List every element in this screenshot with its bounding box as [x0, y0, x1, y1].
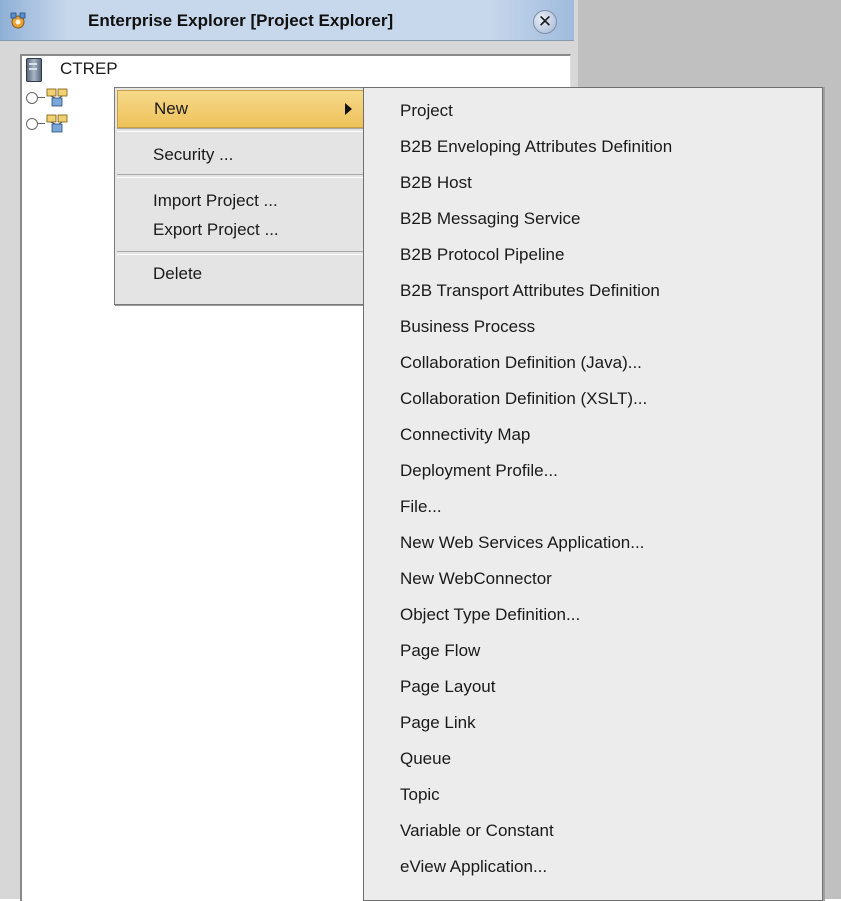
menu-item-security[interactable]: Security ... — [117, 137, 367, 173]
menu-separator — [117, 251, 367, 255]
close-button[interactable]: ✕ — [533, 10, 557, 34]
tree-node[interactable] — [26, 86, 86, 108]
server-icon — [26, 58, 42, 82]
menu-item-delete[interactable]: Delete — [117, 256, 367, 292]
submenu-item-new-web-services-application[interactable]: New Web Services Application... — [400, 533, 644, 568]
submenu-item-b2b-enveloping-attributes-definition[interactable]: B2B Enveloping Attributes Definition — [400, 137, 672, 172]
submenu-item-object-type-definition[interactable]: Object Type Definition... — [400, 605, 580, 640]
panel-titlebar: Enterprise Explorer [Project Explorer] ✕ — [0, 0, 574, 41]
project-icon — [46, 114, 68, 133]
submenu-item-page-layout[interactable]: Page Layout — [400, 677, 495, 712]
submenu-item-queue[interactable]: Queue — [400, 749, 451, 784]
submenu-item-connectivity-map[interactable]: Connectivity Map — [400, 425, 530, 460]
submenu-item-b2b-protocol-pipeline[interactable]: B2B Protocol Pipeline — [400, 245, 564, 280]
menu-separator — [117, 128, 367, 132]
submenu-item-page-link[interactable]: Page Link — [400, 713, 476, 748]
submenu-item-b2b-host[interactable]: B2B Host — [400, 173, 472, 208]
menu-item-label: Delete — [153, 264, 203, 283]
submenu-item-eview-application[interactable]: eView Application... — [400, 857, 547, 892]
submenu-item-topic[interactable]: Topic — [400, 785, 440, 820]
panel-title: Enterprise Explorer [Project Explorer] — [88, 11, 394, 30]
submenu-arrow-icon — [345, 103, 352, 115]
tree-root-label: CTREP — [60, 59, 118, 78]
submenu-item-project[interactable]: Project — [400, 101, 453, 136]
expand-icon[interactable] — [26, 92, 38, 104]
submenu-item-deployment-profile[interactable]: Deployment Profile... — [400, 461, 558, 496]
submenu-item-collaboration-definition-xslt[interactable]: Collaboration Definition (XSLT)... — [400, 389, 647, 424]
menu-item-label: Security ... — [153, 145, 234, 164]
submenu-item-new-webconnector[interactable]: New WebConnector — [400, 569, 552, 604]
menu-separator — [117, 174, 367, 178]
menu-item-new[interactable]: New — [117, 90, 367, 128]
submenu-item-b2b-transport-attributes-definition[interactable]: B2B Transport Attributes Definition — [400, 281, 660, 316]
submenu-item-collaboration-definition-java[interactable]: Collaboration Definition (Java)... — [400, 353, 642, 388]
context-menu: New Security ... Import Project ... Expo… — [114, 87, 370, 305]
expand-icon[interactable] — [26, 118, 38, 130]
new-submenu: Project B2B Enveloping Attributes Defini… — [363, 87, 823, 901]
close-icon: ✕ — [537, 12, 553, 32]
submenu-item-business-process[interactable]: Business Process — [400, 317, 535, 352]
menu-item-label: Export Project ... — [153, 220, 279, 239]
menu-item-export-project[interactable]: Export Project ... — [117, 212, 367, 248]
project-icon — [46, 88, 68, 107]
menu-item-label: Import Project ... — [153, 191, 278, 210]
explorer-icon — [10, 12, 26, 29]
submenu-item-page-flow[interactable]: Page Flow — [400, 641, 480, 676]
tree-node[interactable] — [26, 112, 86, 134]
submenu-item-variable-or-constant[interactable]: Variable or Constant — [400, 821, 554, 856]
menu-item-label: New — [154, 99, 189, 118]
submenu-item-b2b-messaging-service[interactable]: B2B Messaging Service — [400, 209, 580, 244]
submenu-item-file[interactable]: File... — [400, 497, 442, 532]
